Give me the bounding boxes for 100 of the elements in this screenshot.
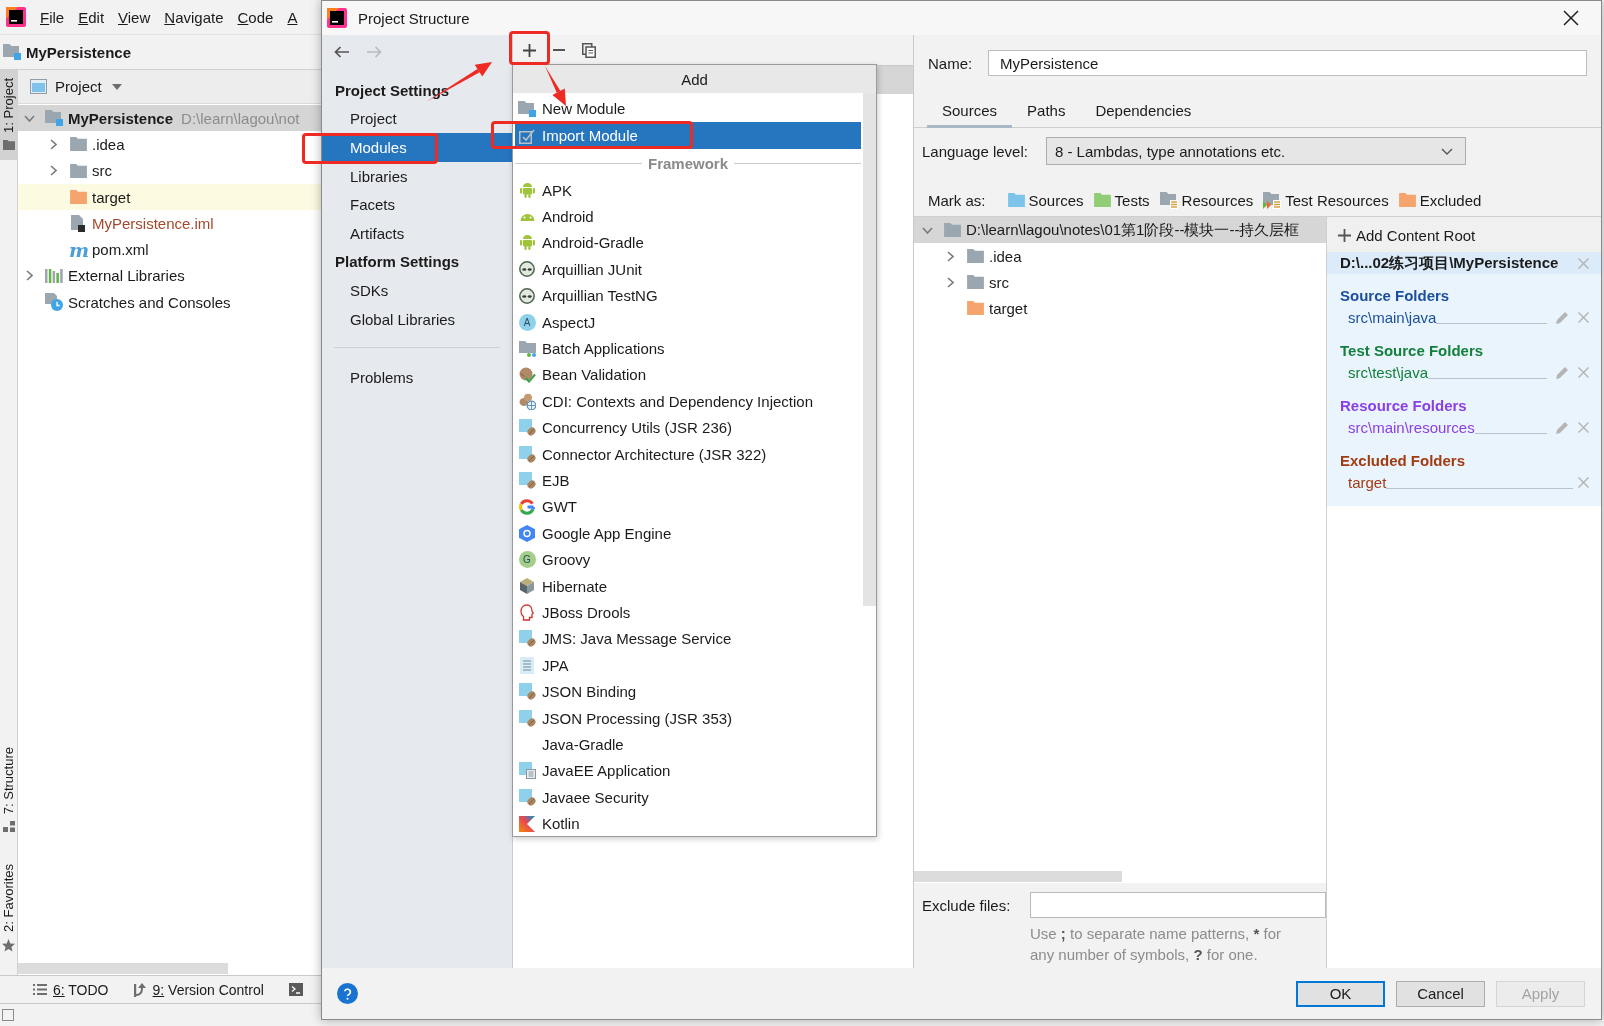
- language-level-dropdown[interactable]: 8 - Lambdas, type annotations etc.: [1045, 137, 1466, 165]
- letter-badge-icon: A: [518, 313, 536, 331]
- menu-item[interactable]: JSON Processing (JSR 353): [515, 704, 861, 732]
- menu-item[interactable]: A: [287, 8, 298, 26]
- arrow-right-icon[interactable]: [367, 46, 382, 58]
- menu-item[interactable]: GWT: [515, 493, 861, 521]
- menu-item[interactable]: Navigate: [164, 8, 224, 26]
- tool-window-tab[interactable]: 6: TODO: [53, 981, 109, 998]
- tool-window-button[interactable]: 2: Favorites: [0, 856, 17, 962]
- scrollbar[interactable]: [863, 93, 876, 606]
- menu-item[interactable]: Android-Gradle: [515, 229, 861, 257]
- tree-item[interactable]: .idea: [18, 131, 321, 158]
- plus-icon[interactable]: [1338, 228, 1351, 242]
- tool-window-button[interactable]: 7: Structure: [0, 738, 17, 843]
- sidebar-item[interactable]: Project: [322, 104, 405, 134]
- name-field[interactable]: MyPersistence: [988, 50, 1587, 76]
- tree-item[interactable]: MyPersistence.iml: [18, 210, 321, 237]
- remove-icon[interactable]: [1578, 311, 1589, 323]
- sidebar-item[interactable]: SDKs: [322, 276, 397, 305]
- chevron-down-icon[interactable]: [921, 226, 933, 234]
- menu-item[interactable]: Bean Validation: [515, 361, 861, 389]
- chevron-right-icon[interactable]: [49, 138, 57, 150]
- sidebar-item[interactable]: Problems: [322, 363, 422, 392]
- pencil-icon[interactable]: [1556, 310, 1569, 324]
- menu-item[interactable]: JBoss Drools: [515, 599, 861, 626]
- scrollbar[interactable]: [914, 871, 1122, 882]
- tab[interactable]: Dependencies: [1080, 95, 1207, 128]
- tree-item[interactable]: External Libraries: [18, 262, 321, 290]
- chevron-right-icon[interactable]: [25, 270, 33, 282]
- menu-item[interactable]: Kotlin: [515, 810, 861, 837]
- scrollbar[interactable]: [18, 963, 228, 974]
- menu-item[interactable]: APK: [515, 177, 861, 204]
- chevron-down-icon[interactable]: [23, 114, 35, 122]
- tree-item[interactable]: target: [914, 295, 1326, 321]
- plus-icon[interactable]: [523, 43, 536, 57]
- mark-as-button[interactable]: Excluded: [1398, 191, 1482, 209]
- sidebar-item[interactable]: Facets: [322, 190, 403, 219]
- tree-item[interactable]: target: [18, 183, 321, 211]
- menu-item[interactable]: Code: [237, 8, 274, 26]
- menu-item[interactable]: Hibernate: [515, 572, 861, 600]
- tool-window-button[interactable]: 1: Project: [0, 70, 17, 160]
- remove-icon[interactable]: [1578, 476, 1589, 488]
- tree-item[interactable]: .idea: [914, 243, 1326, 269]
- dialog-button[interactable]: OK: [1296, 980, 1385, 1007]
- tree-item[interactable]: src: [18, 157, 321, 184]
- menu-item[interactable]: Arquillian TestNG: [515, 282, 861, 309]
- menu-item[interactable]: Connector Architecture (JSR 322): [515, 440, 861, 468]
- sidebar-heading: Project Settings: [335, 80, 450, 101]
- add-content-root-button[interactable]: Add Content Root: [1338, 222, 1476, 248]
- exclude-files-field[interactable]: [1030, 892, 1326, 918]
- tab[interactable]: Paths: [1012, 95, 1081, 128]
- sidebar-item[interactable]: Global Libraries: [322, 304, 464, 334]
- remove-icon[interactable]: [1578, 366, 1589, 378]
- arrow-left-icon[interactable]: [334, 46, 349, 58]
- minus-icon[interactable]: [553, 49, 565, 51]
- menu-item[interactable]: New Module: [515, 95, 861, 122]
- copy-icon[interactable]: [582, 42, 596, 58]
- breadcrumb[interactable]: MyPersistence: [26, 43, 132, 61]
- dialog-button[interactable]: Cancel: [1396, 980, 1485, 1007]
- mark-as-button[interactable]: Sources: [1007, 191, 1084, 209]
- close-icon[interactable]: [1563, 10, 1579, 26]
- tree-item[interactable]: m pom.xml: [18, 236, 321, 263]
- tree-item[interactable]: MyPersistence D:\learn\lagou\not: [18, 105, 321, 132]
- menu-item[interactable]: Javaee Security: [515, 784, 861, 811]
- menu-item[interactable]: View: [118, 8, 151, 26]
- mark-as-button[interactable]: Test Resources: [1263, 191, 1389, 209]
- tool-window-tab[interactable]: 9: Version Control: [152, 981, 264, 998]
- menu-item[interactable]: JSON Binding: [515, 678, 861, 705]
- pencil-icon[interactable]: [1556, 365, 1569, 379]
- menu-item[interactable]: CDI: Contexts and Dependency Injection: [515, 388, 861, 415]
- menu-item[interactable]: EJB: [515, 467, 861, 494]
- tree-item[interactable]: Scratches and Consoles: [18, 289, 321, 316]
- menu-item[interactable]: File: [40, 8, 65, 26]
- menu-item[interactable]: G Groovy: [515, 546, 861, 573]
- menu-item[interactable]: JPA: [515, 652, 861, 679]
- menu-item[interactable]: Google App Engine: [515, 520, 861, 547]
- tree-item[interactable]: src: [914, 269, 1326, 295]
- remove-icon[interactable]: [1578, 257, 1589, 269]
- help-icon[interactable]: [337, 983, 358, 1004]
- menu-item[interactable]: Java-Gradle: [515, 731, 861, 758]
- mark-as-button[interactable]: Resources: [1159, 191, 1254, 209]
- tab[interactable]: Sources: [927, 95, 1013, 128]
- chevron-right-icon[interactable]: [946, 250, 954, 262]
- menu-item[interactable]: JMS: Java Message Service: [515, 625, 861, 653]
- view-dropdown[interactable]: Project: [55, 78, 122, 95]
- menu-item[interactable]: Android: [515, 203, 861, 230]
- sidebar-item[interactable]: Libraries: [322, 161, 416, 191]
- sidebar-item[interactable]: Artifacts: [322, 218, 413, 248]
- menu-item[interactable]: Batch Applications: [515, 335, 861, 362]
- remove-icon[interactable]: [1578, 421, 1589, 433]
- tree-item[interactable]: D:\learn\lagou\notes\01第1阶段--模块一--持久层框: [914, 217, 1326, 243]
- mark-as-button[interactable]: Tests: [1093, 191, 1150, 209]
- menu-item[interactable]: Arquillian JUnit: [515, 256, 861, 283]
- menu-item[interactable]: Concurrency Utils (JSR 236): [515, 414, 861, 441]
- menu-item[interactable]: A AspectJ: [515, 308, 861, 336]
- chevron-right-icon[interactable]: [49, 165, 57, 177]
- pencil-icon[interactable]: [1556, 420, 1569, 434]
- menu-item[interactable]: Edit: [78, 8, 105, 26]
- menu-item[interactable]: JavaEE Application: [515, 757, 861, 784]
- chevron-right-icon[interactable]: [946, 276, 954, 288]
